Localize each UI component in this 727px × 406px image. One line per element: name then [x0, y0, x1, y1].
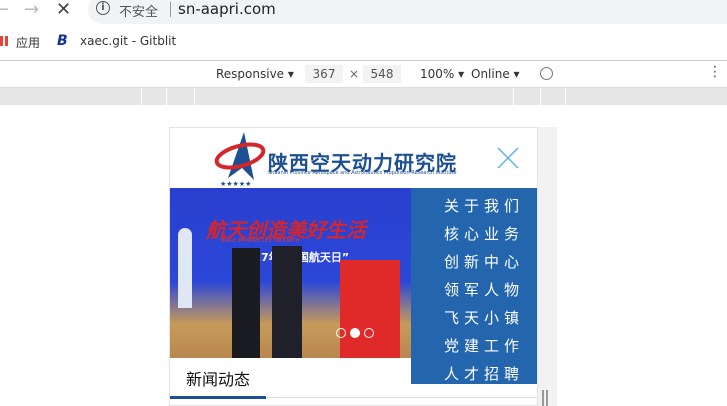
forward-icon[interactable]: → — [24, 0, 39, 20]
divider — [170, 2, 171, 17]
person-image — [272, 246, 302, 358]
carousel-dots — [336, 323, 378, 342]
browser-toolbar: ← → ✕ i 不安全 sn-aapri.com — [0, 0, 727, 24]
menu-item-town[interactable]: 飞天小镇 — [411, 304, 537, 332]
resize-handle[interactable] — [542, 390, 548, 406]
bookmark-gitblit[interactable]: xaec.git - Gitblit — [80, 34, 176, 48]
divider — [266, 397, 537, 398]
more-icon[interactable]: ⋮ — [708, 64, 722, 80]
security-label: 不安全 — [119, 5, 159, 20]
viewport-resize-area — [538, 127, 557, 406]
info-icon[interactable]: i — [96, 1, 110, 15]
menu-item-business[interactable]: 核心业务 — [411, 220, 537, 248]
bookmark-apps[interactable]: 应用 — [16, 34, 40, 51]
banner-carousel[interactable]: 航天创造美好生活 SPACE IMPROVE LIFE ON EARTH 201… — [170, 188, 411, 358]
close-menu-icon[interactable] — [496, 146, 520, 170]
device-select[interactable]: Responsive ▾ — [216, 67, 294, 81]
gitblit-icon: B — [57, 33, 68, 49]
nav-menu: 关于我们 核心业务 创新中心 领军人物 飞天小镇 党建工作 人才招聘 — [411, 188, 537, 384]
menu-item-innovation[interactable]: 创新中心 — [411, 248, 537, 276]
rocket-image — [178, 228, 192, 308]
rotate-icon[interactable] — [540, 67, 553, 80]
tab-underline — [170, 396, 266, 399]
network-select[interactable]: Online ▾ — [471, 67, 520, 81]
apps-icon[interactable] — [0, 36, 8, 46]
institute-logo: ★★★★★ — [214, 132, 266, 188]
menu-item-careers[interactable]: 人才招聘 — [411, 360, 537, 388]
menu-item-about[interactable]: 关于我们 — [411, 192, 537, 220]
media-query-bar[interactable] — [0, 88, 727, 105]
carousel-dot[interactable] — [336, 328, 346, 338]
back-icon[interactable]: ← — [0, 0, 9, 20]
stop-icon[interactable]: ✕ — [56, 0, 71, 20]
news-section-title[interactable]: 新闻动态 — [186, 366, 250, 390]
svg-text:★★★★★: ★★★★★ — [220, 180, 251, 188]
mobile-viewport: ★★★★★ 陕西空天动力研究院 Shaanxi Province Aerospa… — [169, 127, 538, 406]
site-subtitle: Shaanxi Province Aerospace and Astronaut… — [268, 170, 457, 176]
times-sign: × — [349, 67, 360, 81]
height-input[interactable]: 548 — [363, 65, 401, 83]
person-image — [232, 248, 260, 358]
width-input[interactable]: 367 — [305, 65, 343, 83]
zoom-select[interactable]: 100% ▾ — [420, 67, 464, 81]
menu-item-party[interactable]: 党建工作 — [411, 332, 537, 360]
plaque-image — [340, 260, 400, 358]
url-text[interactable]: sn-aapri.com — [178, 0, 276, 18]
menu-item-leaders[interactable]: 领军人物 — [411, 276, 537, 304]
carousel-dot-active[interactable] — [350, 328, 360, 338]
banner-slogan-en: SPACE IMPROVE LIFE ON EARTH — [220, 238, 300, 244]
carousel-dot[interactable] — [364, 328, 374, 338]
